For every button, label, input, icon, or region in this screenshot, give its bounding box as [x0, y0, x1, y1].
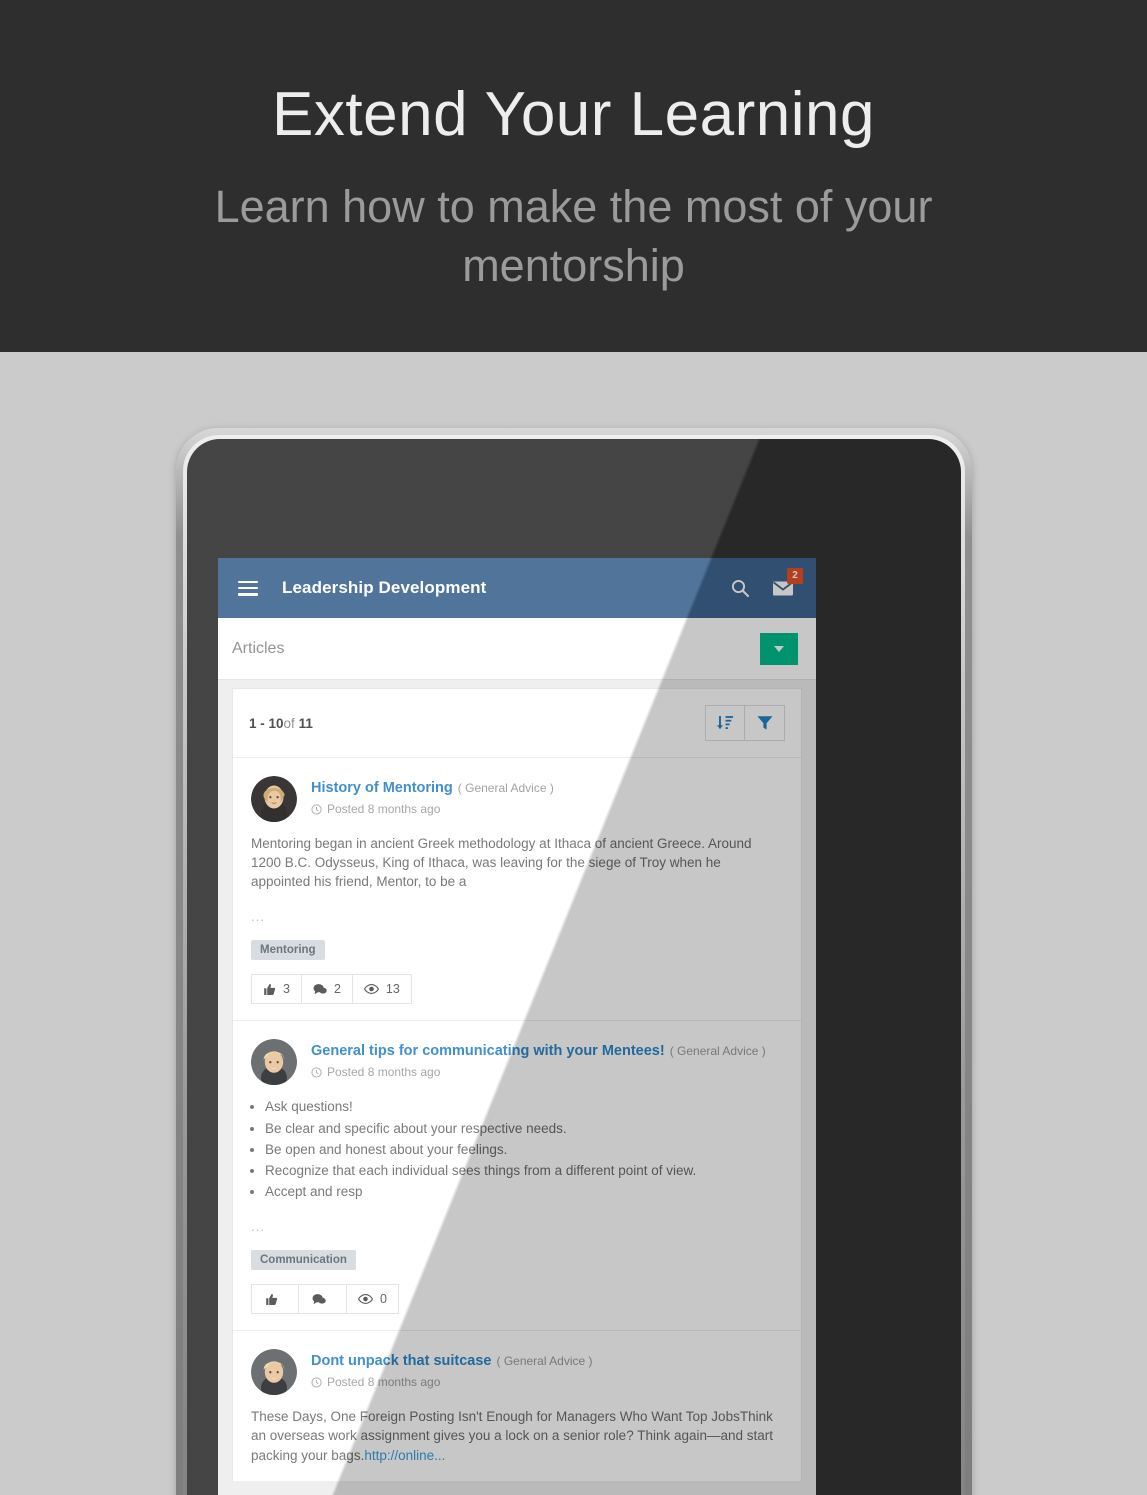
article-header: History of Mentoring ( General Advice ) P… [251, 776, 783, 822]
article-header: Dont unpack that suitcase ( General Advic… [251, 1349, 783, 1396]
article-body: These Days, One Foreign Posting Isn't En… [251, 1407, 783, 1464]
article-meta: Posted 8 months ago [311, 1375, 593, 1389]
articles-card: 1 - 10of 11 History of Mentoring (Gener… [232, 688, 802, 1482]
article-headtext: Dont unpack that suitcase ( General Advic… [311, 1349, 593, 1389]
articles-list-container: 1 - 10of 11 History of Mentoring (Gener… [218, 680, 816, 1495]
comment-count: 2 [333, 982, 341, 997]
article-category: ( General Advice ) [496, 1354, 593, 1369]
article-meta: Posted 8 months ago [311, 802, 554, 816]
article-headtext: History of Mentoring ( General Advice ) P… [311, 776, 554, 816]
like-stat[interactable]: 3 [251, 974, 302, 1005]
pagination-of: of [283, 715, 295, 731]
avatar [251, 776, 297, 822]
app-title: Leadership Development [282, 578, 487, 597]
comment-icon [313, 984, 327, 995]
article-posted: Posted 8 months ago [327, 1375, 441, 1390]
pagination-range: 1 - 10 [249, 715, 284, 731]
list-item: Accept and resp [265, 1182, 783, 1201]
filter-funnel-icon [757, 716, 772, 730]
filter-button[interactable] [745, 705, 785, 741]
device-stage: Leadership Development 2 Articles 1 - 10… [0, 352, 1147, 1495]
article-posted: Posted 8 months ago [327, 1065, 441, 1080]
thumbs-up-icon [264, 983, 276, 995]
promo-title: Extend Your Learning [272, 80, 875, 149]
article-category: ( General Advice ) [669, 1044, 766, 1059]
article-stats: 3 2 13 [251, 974, 783, 1005]
article-ellipsis: ... [251, 1219, 265, 1235]
article-tag[interactable]: Communication [251, 1250, 356, 1271]
comment-stat[interactable]: 2 [301, 974, 353, 1005]
article-headtext: General tips for communicating with your… [311, 1039, 766, 1079]
app-bar: Leadership Development 2 [218, 558, 816, 618]
mail-badge: 2 [787, 568, 803, 584]
sort-button[interactable] [705, 705, 745, 741]
eye-icon [363, 984, 379, 995]
section-dropdown-button[interactable] [760, 632, 798, 665]
clock-icon [311, 1377, 322, 1388]
mail-icon[interactable]: 2 [772, 568, 803, 597]
avatar [251, 1039, 297, 1086]
tablet-bezel: Leadership Development 2 Articles 1 - 10… [183, 435, 965, 1495]
like-stat[interactable] [251, 1284, 299, 1315]
promo-header: Extend Your Learning Learn how to make t… [0, 0, 1147, 352]
hamburger-icon[interactable] [238, 580, 258, 596]
tablet-device: Leadership Development 2 Articles 1 - 10… [176, 428, 972, 1495]
list-toolbar: 1 - 10of 11 [233, 689, 801, 758]
section-title: Articles [232, 639, 285, 657]
article-posted: Posted 8 months ago [327, 802, 441, 816]
list-item: Be open and honest about your feelings. [265, 1140, 783, 1159]
article-title[interactable]: History of Mentoring [311, 780, 453, 796]
view-count: 0 [380, 1292, 387, 1307]
article-bullet-list: Ask questions! Be clear and specific abo… [265, 1097, 783, 1201]
view-stat[interactable]: 0 [347, 1284, 399, 1315]
sort-descending-icon [716, 715, 733, 729]
article-header: General tips for communicating with your… [251, 1039, 783, 1086]
pagination-total: 11 [298, 715, 313, 731]
like-count: 3 [283, 982, 290, 997]
article-item[interactable]: Dont unpack that suitcase ( General Advic… [233, 1331, 801, 1482]
pagination-label: 1 - 10of 11 [249, 716, 313, 731]
article-tag[interactable]: Mentoring [251, 940, 325, 961]
view-stat[interactable]: 13 [352, 974, 412, 1005]
eye-icon [358, 1294, 373, 1305]
article-body: Mentoring began in ancient Greek methodo… [251, 836, 752, 890]
avatar [251, 1349, 297, 1396]
thumbs-up-icon [266, 1293, 278, 1305]
chevron-down-icon [774, 645, 784, 652]
article-stats: 0 [251, 1284, 783, 1315]
section-bar: Articles [218, 618, 816, 680]
clock-icon [311, 803, 322, 815]
article-title[interactable]: General tips for communicating with your… [311, 1043, 665, 1059]
clock-icon [311, 1067, 322, 1078]
promo-subtitle: Learn how to make the most of your mento… [214, 181, 933, 292]
tablet-screen: Leadership Development 2 Articles 1 - 10… [187, 439, 961, 1495]
comment-icon [312, 1293, 326, 1304]
search-icon[interactable] [730, 578, 750, 598]
list-item: Recognize that each individual sees thin… [265, 1161, 783, 1180]
article-item[interactable]: History of Mentoring ( General Advice ) P… [233, 758, 801, 1022]
article-ellipsis: ... [251, 909, 265, 925]
app-viewport: Leadership Development 2 Articles 1 - 10… [218, 558, 816, 1495]
list-item: Ask questions! [265, 1097, 783, 1116]
toolbar-button-group [705, 705, 785, 741]
comment-stat[interactable] [299, 1284, 347, 1315]
list-item: Be clear and specific about your respect… [265, 1119, 783, 1138]
article-body-link[interactable]: http://online... [364, 1448, 445, 1463]
article-body-text: These Days, One Foreign Posting Isn't En… [251, 1409, 774, 1463]
article-meta: Posted 8 months ago [311, 1065, 766, 1079]
article-body: Ask questions! Be clear and specific abo… [251, 1097, 783, 1201]
view-count: 13 [385, 982, 400, 997]
article-title[interactable]: Dont unpack that suitcase [311, 1353, 491, 1369]
article-item[interactable]: General tips for communicating with your… [233, 1021, 801, 1332]
article-category: ( General Advice ) [457, 781, 554, 795]
